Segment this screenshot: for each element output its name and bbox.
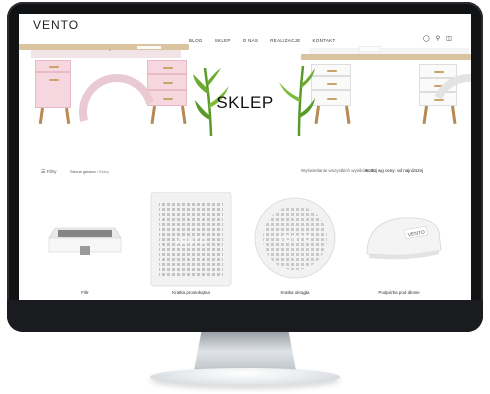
main-nav: BLOG SKLEP O NAS REALIZACJE KONTAKT — [189, 38, 336, 43]
screen: ● VENTO BLOG SKLEP O NAS REALIZACJE KONT… — [19, 14, 471, 300]
nav-item-blog[interactable]: BLOG — [189, 38, 203, 43]
nav-item-shop[interactable]: SKLEP — [215, 38, 231, 43]
drawer — [147, 60, 187, 74]
account-icon[interactable]: ◯ — [423, 35, 430, 42]
product-image-filter — [48, 227, 122, 255]
header-icons: ◯ ⚲ ◫ — [423, 35, 452, 42]
breadcrumb: Strona główna / Sklep — [70, 169, 109, 174]
monitor-chin — [7, 300, 483, 332]
drawer — [419, 64, 457, 78]
product-name[interactable]: Podpórka pod dłonie — [349, 290, 449, 295]
product-card[interactable]: VENTO Kratka prostokątna — [141, 192, 241, 300]
hero-title: SKLEP — [216, 93, 274, 112]
drawer — [147, 74, 187, 90]
product-image-round-grate: VENTO — [254, 197, 336, 279]
device-indicator: ● — [109, 48, 111, 52]
product-name[interactable]: Kratka prostokątna — [141, 290, 241, 295]
product-name[interactable]: Filtr — [35, 290, 135, 295]
desk-apron-right — [309, 48, 469, 54]
monitor-stand-base — [150, 368, 340, 386]
cart-icon[interactable]: ◫ — [446, 35, 452, 42]
product-card[interactable]: Filtr — [35, 192, 135, 300]
search-icon[interactable]: ⚲ — [436, 35, 440, 42]
product-card[interactable]: VENTO Podpórka pod dłonie — [349, 192, 449, 300]
filter-icon: ☰ — [41, 169, 46, 175]
product-name[interactable]: Kratka okrągła — [245, 290, 345, 295]
product-card[interactable]: VENTO Kratka okrągła — [245, 192, 345, 300]
product-brand-label: VENTO — [279, 234, 311, 243]
nav-item-about[interactable]: O NAS — [243, 38, 259, 43]
nav-item-contact[interactable]: KONTAKT — [313, 38, 336, 43]
nav-item-projects[interactable]: REALIZACJE — [270, 38, 300, 43]
product-image-hand-rest: VENTO — [366, 217, 442, 260]
product-brand-label: VENTO — [175, 237, 207, 246]
site-logo[interactable]: VENTO — [33, 18, 79, 32]
hero-banner: ● VENTO BLOG SKLEP O NAS REALIZACJE KONT… — [19, 14, 471, 138]
desk-top-right — [301, 54, 471, 60]
breadcrumb-home[interactable]: Strona główna — [70, 169, 96, 174]
drawer — [311, 64, 351, 76]
shop-toolbar: ☰ Filtry Strona główna / Sklep Wyświetla… — [19, 165, 471, 181]
device-panel — [359, 46, 381, 52]
product-image-square-grate: VENTO — [150, 192, 232, 287]
desk-apron-left — [31, 50, 181, 58]
filters-label: Filtry — [46, 169, 57, 174]
drawer — [35, 60, 71, 72]
sort-select[interactable]: Sortuj wg ceny: od najniższej — [365, 168, 423, 173]
filters-button[interactable]: ☰ Filtry — [41, 169, 57, 175]
device-panel — [137, 46, 161, 49]
breadcrumb-current: Sklep — [98, 169, 109, 174]
drawer — [311, 76, 351, 90]
